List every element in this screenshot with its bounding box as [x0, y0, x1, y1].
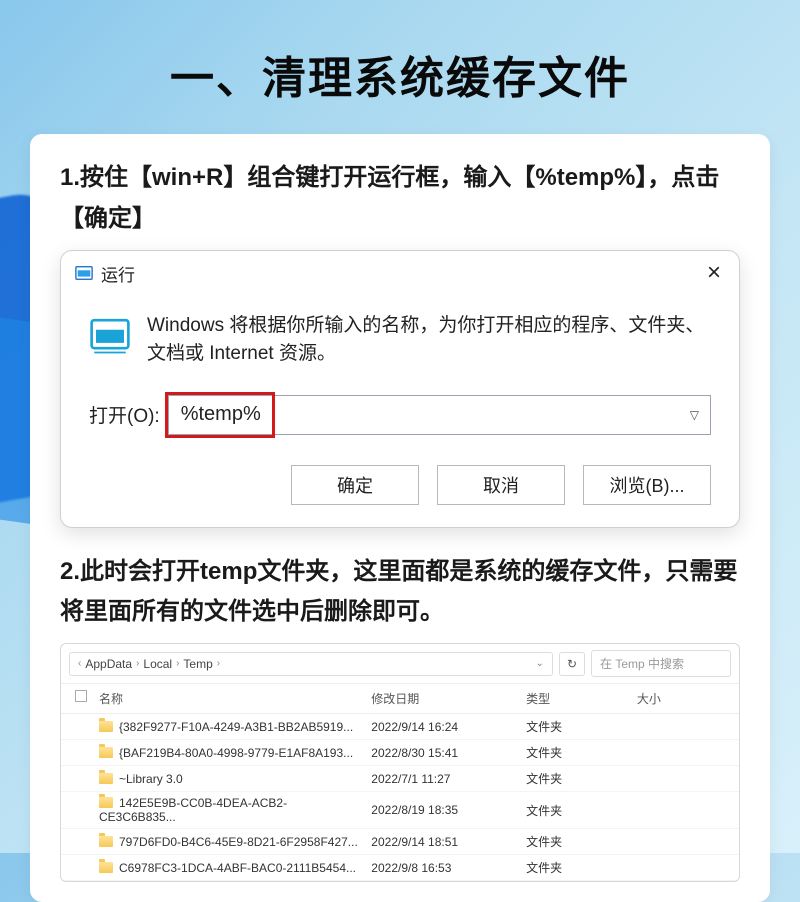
folder-icon: [99, 797, 113, 808]
run-app-icon: [89, 314, 131, 356]
step-2-text: 2.此时会打开temp文件夹，这里面都是系统的缓存文件，只需要将里面所有的文件选…: [60, 552, 740, 634]
col-size[interactable]: 大小: [633, 690, 729, 707]
cancel-button[interactable]: 取消: [437, 465, 565, 505]
open-input[interactable]: [168, 395, 711, 435]
folder-icon: [99, 773, 113, 784]
table-row[interactable]: 797D6FD0-B4C6-45E9-8D21-6F2958F427...202…: [61, 829, 739, 855]
table-row[interactable]: 142E5E9B-CC0B-4DEA-ACB2-CE3C6B835...2022…: [61, 792, 739, 829]
crumb-appdata[interactable]: AppData: [85, 657, 132, 671]
col-date[interactable]: 修改日期: [367, 690, 522, 707]
search-input[interactable]: 在 Temp 中搜索: [591, 650, 731, 677]
run-small-icon: [75, 264, 93, 282]
table-row[interactable]: ~Library 3.02022/7/1 11:27文件夹: [61, 766, 739, 792]
table-row[interactable]: C6978FC3-1DCA-4ABF-BAC0-2111B5454...2022…: [61, 855, 739, 881]
close-icon[interactable]: ×: [703, 261, 725, 285]
folder-icon: [99, 721, 113, 732]
run-title-text: 运行: [101, 261, 135, 286]
browse-button[interactable]: 浏览(B)...: [583, 465, 711, 505]
folder-icon: [99, 747, 113, 758]
crumb-temp[interactable]: Temp: [183, 657, 212, 671]
chevron-down-icon[interactable]: ⌄: [536, 658, 544, 669]
table-row[interactable]: {382F9277-F10A-4249-A3B1-BB2AB5919...202…: [61, 714, 739, 740]
run-dialog: 运行 × Windows 将根据你所输入的名称，为你打开相应的程序、文件夹、文档…: [60, 250, 740, 528]
column-headers: 名称 修改日期 类型 大小: [61, 684, 739, 714]
crumb-local[interactable]: Local: [143, 657, 172, 671]
page-title: 一、清理系统缓存文件: [0, 0, 800, 134]
run-description: Windows 将根据你所输入的名称，为你打开相应的程序、文件夹、文档或 Int…: [147, 312, 711, 369]
table-row[interactable]: {BAF219B4-80A0-4998-9779-E1AF8A193...202…: [61, 740, 739, 766]
select-all-checkbox[interactable]: [75, 690, 87, 702]
explorer-window: ‹ AppData › Local › Temp › ⌄ ↻ 在 Temp 中搜…: [60, 643, 740, 882]
folder-icon: [99, 836, 113, 847]
ok-button[interactable]: 确定: [291, 465, 419, 505]
refresh-icon[interactable]: ↻: [559, 652, 585, 676]
col-type[interactable]: 类型: [522, 690, 633, 707]
open-label: 打开(O):: [89, 401, 160, 428]
col-name[interactable]: 名称: [95, 690, 367, 707]
breadcrumb[interactable]: ‹ AppData › Local › Temp › ⌄: [69, 652, 553, 676]
run-titlebar: 运行 ×: [61, 251, 739, 294]
folder-icon: [99, 862, 113, 873]
content-card: 1.按住【win+R】组合键打开运行框，输入【%temp%】，点击【确定】 运行…: [30, 134, 770, 902]
step-1-text: 1.按住【win+R】组合键打开运行框，输入【%temp%】，点击【确定】: [60, 158, 740, 240]
